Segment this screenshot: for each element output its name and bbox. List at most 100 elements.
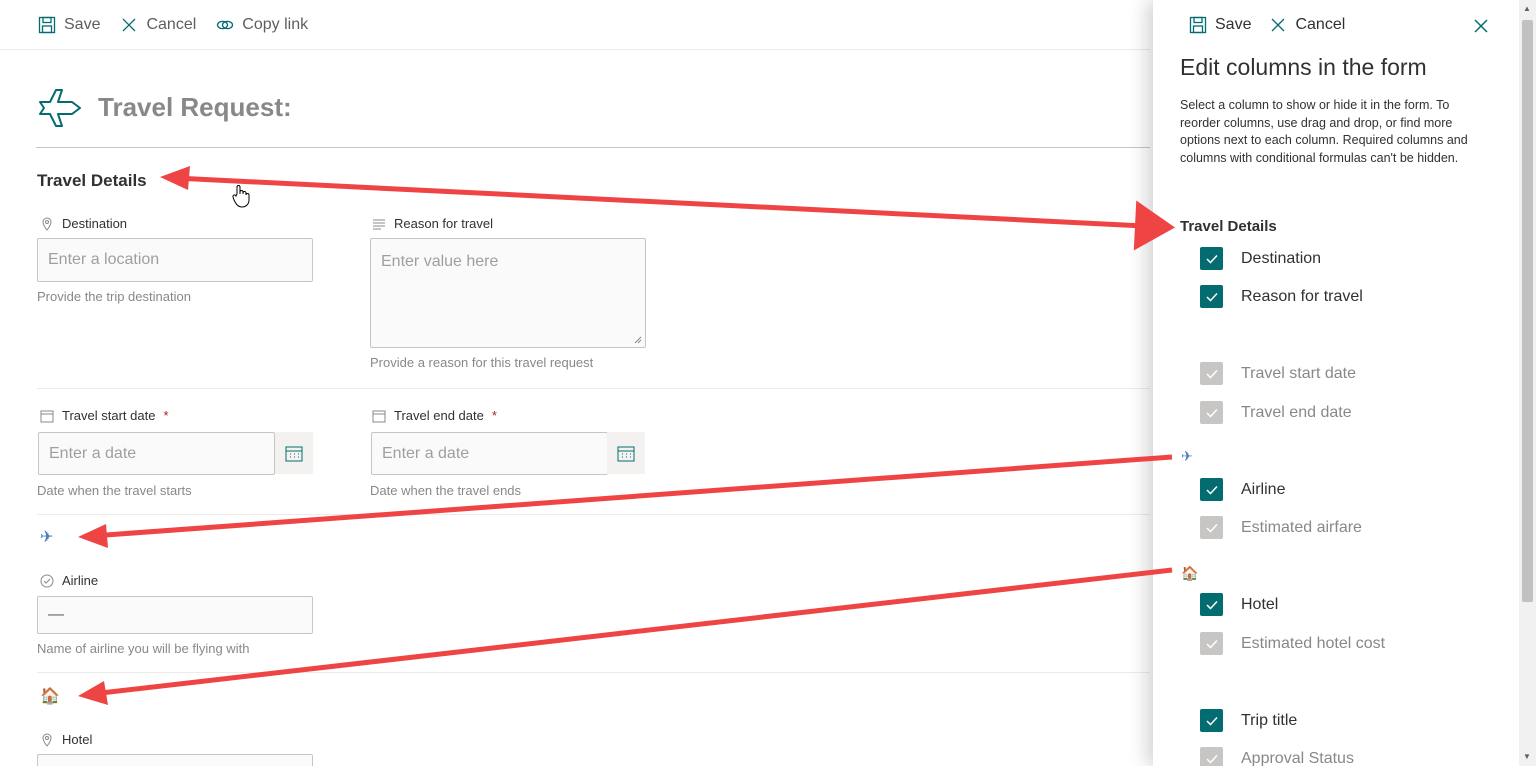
- airplane-section-icon: ✈: [40, 529, 54, 546]
- airline-help: Name of airline you will be flying with: [37, 641, 250, 656]
- column-toggle-airline[interactable]: Airline: [1200, 478, 1285, 501]
- divider: [37, 672, 1150, 673]
- form-header: Travel Request:: [36, 82, 292, 132]
- column-toggle-end-date: Travel end date: [1200, 401, 1352, 424]
- scroll-down-arrow[interactable]: ▼: [1523, 752, 1531, 761]
- panel-cancel-label: Cancel: [1295, 16, 1346, 33]
- column-label: Hotel: [1241, 595, 1279, 613]
- destination-input[interactable]: Enter a location: [37, 238, 313, 282]
- column-label: Estimated airfare: [1241, 518, 1362, 536]
- cancel-button[interactable]: Cancel: [120, 16, 196, 34]
- column-toggle-reason[interactable]: Reason for travel: [1200, 285, 1363, 308]
- close-icon: [1272, 18, 1285, 32]
- column-toggle-trip-title[interactable]: Trip title: [1200, 709, 1297, 732]
- text-lines-icon: [373, 219, 385, 229]
- calendar-icon: [372, 410, 386, 422]
- copy-link-label: Copy link: [242, 15, 309, 33]
- destination-help: Provide the trip destination: [37, 289, 191, 304]
- checkmark-icon: [1205, 716, 1218, 726]
- checkbox-disabled: [1200, 747, 1223, 766]
- column-label: Airline: [1241, 480, 1286, 498]
- divider: [37, 388, 1150, 389]
- reason-placeholder: Enter value here: [381, 253, 499, 270]
- divider: [37, 514, 1150, 515]
- link-icon: [217, 20, 234, 29]
- column-label: Estimated hotel cost: [1241, 634, 1386, 652]
- end-date-input[interactable]: Enter a date: [371, 432, 608, 475]
- start-date-placeholder: Enter a date: [49, 444, 137, 462]
- destination-placeholder: Enter a location: [48, 251, 160, 268]
- reason-help: Provide a reason for this travel request: [370, 355, 594, 370]
- column-toggle-hotel[interactable]: Hotel: [1200, 593, 1278, 616]
- hotel-input[interactable]: [37, 754, 313, 766]
- checkmark-icon: [1205, 523, 1218, 533]
- scroll-thumb[interactable]: [1522, 20, 1533, 602]
- column-label: Reason for travel: [1241, 287, 1363, 305]
- column-toggle-estimated-airfare: Estimated airfare: [1200, 516, 1362, 539]
- checkbox-disabled: [1200, 632, 1223, 655]
- end-date-help: Date when the travel ends: [370, 483, 522, 498]
- save-icon: [1189, 16, 1207, 34]
- checkmark-icon: [1205, 292, 1218, 302]
- page-title: Travel Request:: [98, 91, 292, 122]
- end-date-placeholder: Enter a date: [382, 444, 470, 462]
- checkbox-checked[interactable]: [1200, 285, 1223, 308]
- column-toggle-estimated-hotel-cost: Estimated hotel cost: [1200, 632, 1385, 655]
- panel-cancel-button[interactable]: Cancel: [1269, 16, 1345, 34]
- copy-link-button[interactable]: Copy link: [216, 16, 308, 34]
- start-date-picker-button[interactable]: [275, 432, 313, 474]
- column-label: Destination: [1241, 249, 1322, 267]
- checkbox-checked[interactable]: [1200, 593, 1223, 616]
- hotel-label-text: Hotel: [62, 732, 93, 747]
- end-date-picker-button[interactable]: [607, 432, 645, 474]
- hand-cursor-icon: [232, 185, 250, 208]
- annotation-arrow: [174, 175, 1175, 251]
- checkmark-icon: [1205, 754, 1218, 764]
- checkmark-icon: [1205, 254, 1218, 264]
- location-icon: [42, 217, 52, 231]
- location-icon: [42, 733, 52, 747]
- start-date-input[interactable]: Enter a date: [38, 432, 275, 475]
- panel-save-button[interactable]: Save: [1189, 16, 1251, 34]
- column-label: Travel end date: [1241, 403, 1352, 421]
- save-button[interactable]: Save: [38, 16, 100, 34]
- resize-handle-icon[interactable]: [634, 336, 642, 344]
- check-circle-icon: [40, 574, 54, 587]
- checkmark-icon: [1205, 485, 1218, 495]
- calendar-icon: [40, 410, 54, 422]
- required-marker: *: [491, 408, 497, 423]
- checkmark-icon: [1205, 639, 1218, 649]
- checkbox-disabled: [1200, 401, 1223, 424]
- airplane-section-icon: ✈: [1181, 448, 1193, 464]
- panel-description: Select a column to show or hide it in th…: [1180, 98, 1468, 165]
- checkbox-disabled: [1200, 516, 1223, 539]
- close-icon: [123, 18, 136, 31]
- airline-dropdown[interactable]: —: [37, 596, 313, 634]
- arrowhead: [160, 166, 190, 190]
- title-divider: [36, 147, 1150, 148]
- close-panel-icon[interactable]: [1471, 16, 1491, 36]
- edit-columns-panel: Save Cancel Edit columns in the form Sel…: [1153, 0, 1519, 766]
- reason-textarea[interactable]: Enter value here: [370, 238, 646, 348]
- house-section-icon: 🏠: [40, 688, 60, 705]
- column-toggle-start-date: Travel start date: [1200, 362, 1356, 385]
- save-icon: [38, 16, 56, 33]
- scroll-up-arrow[interactable]: ▲: [1523, 4, 1531, 13]
- reason-label: Reason for travel: [372, 216, 493, 231]
- checkbox-checked[interactable]: [1200, 247, 1223, 270]
- airline-label: Airline: [40, 573, 98, 588]
- end-date-label: Travel end date *: [372, 408, 497, 423]
- form-toolbar: Save Cancel Copy link: [0, 0, 1150, 50]
- checkbox-checked[interactable]: [1200, 478, 1223, 501]
- checkbox-disabled: [1200, 362, 1223, 385]
- checkmark-icon: [1205, 369, 1218, 379]
- scrollbar[interactable]: ▲ ▼: [1519, 0, 1536, 766]
- checkbox-checked[interactable]: [1200, 709, 1223, 732]
- calendar-icon: [617, 446, 635, 462]
- panel-toolbar: Save Cancel: [1189, 16, 1345, 34]
- panel-title: Edit columns in the form: [1180, 54, 1427, 80]
- start-date-label: Travel start date *: [40, 408, 169, 423]
- column-toggle-destination[interactable]: Destination: [1200, 247, 1321, 270]
- column-toggle-approval-status: Approval Status: [1200, 747, 1354, 766]
- start-date-help: Date when the travel starts: [37, 483, 192, 498]
